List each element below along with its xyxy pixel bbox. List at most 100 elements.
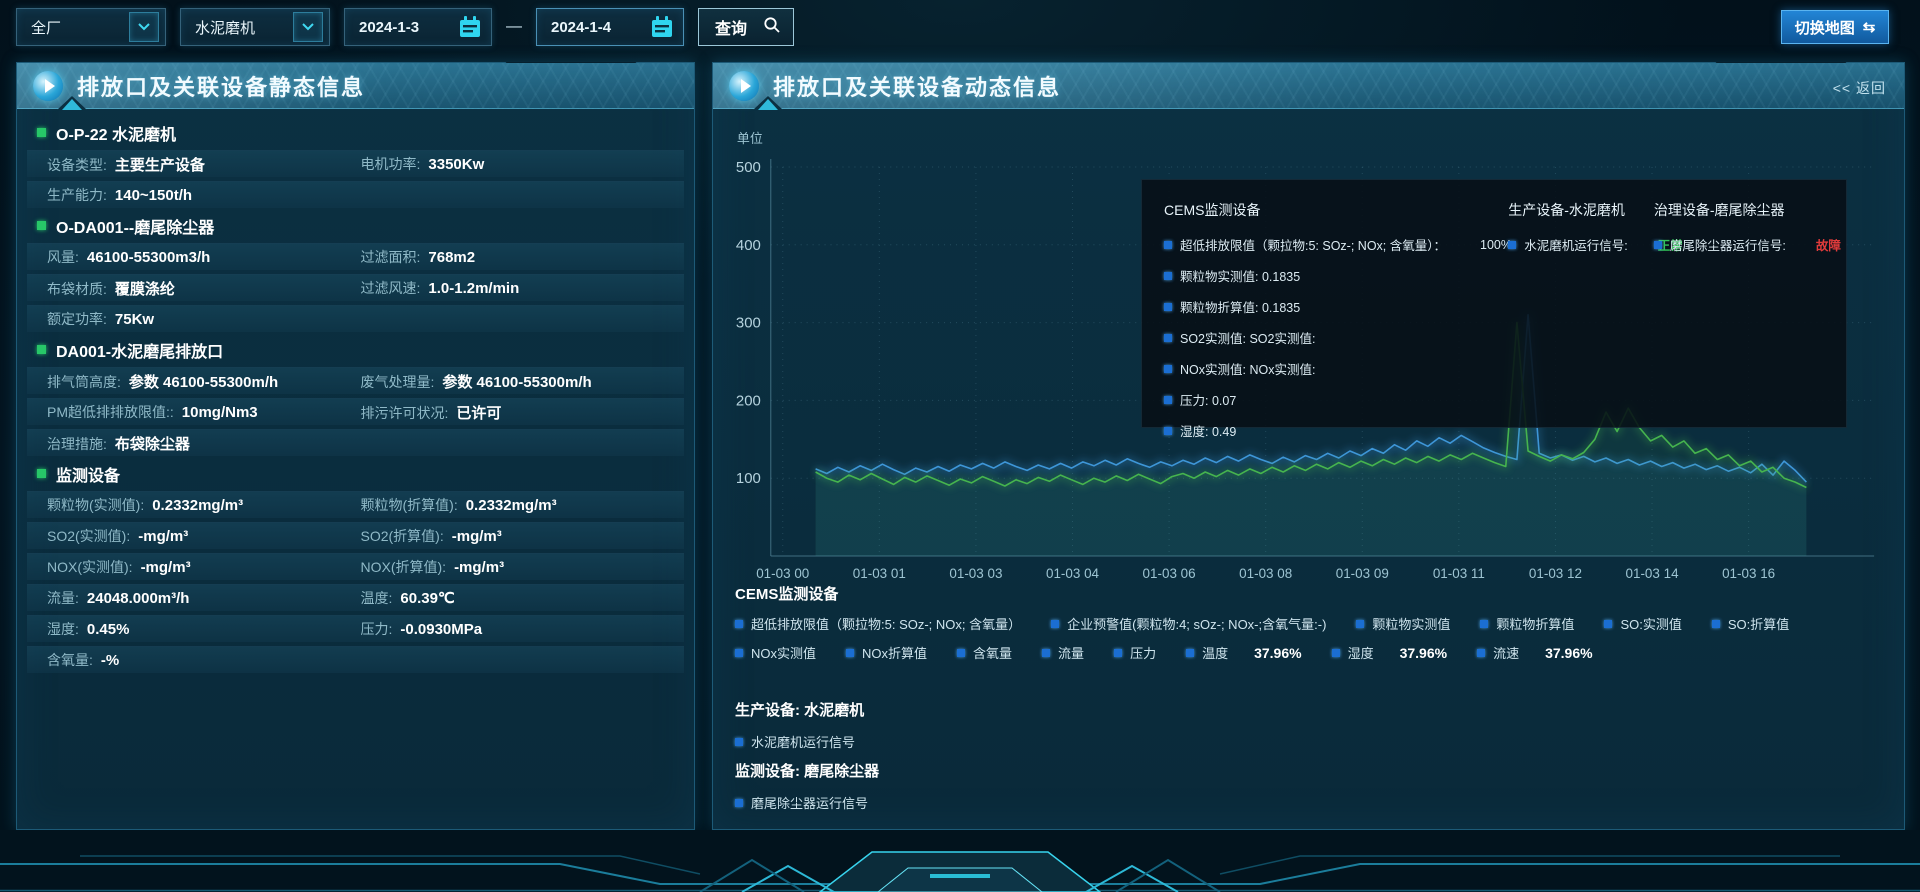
- field-label: 压力:: [361, 619, 393, 639]
- legend-item-label: 企业预警值(颗粒物:4; sOz-; NOx-;含氧气量:-): [1067, 614, 1326, 633]
- legend-bullet-icon: [1051, 620, 1059, 628]
- field-label: 电机功率:: [361, 154, 421, 174]
- field: 排气筒高度:参数 46100-55300m/h: [47, 371, 361, 392]
- date-separator: —: [506, 18, 522, 36]
- monitor-signal-legend[interactable]: 磨尾除尘器运行信号: [735, 793, 879, 812]
- section-header: O-P-22 水泥磨机: [27, 119, 684, 146]
- legend-item[interactable]: 流量: [1042, 643, 1084, 662]
- chevron-down-icon: [129, 12, 159, 42]
- field-value: 0.2332mg/m³: [152, 497, 243, 514]
- switch-map-button[interactable]: 切换地图 ⇆: [1781, 10, 1889, 44]
- legend-item-label: 流速: [1493, 643, 1519, 662]
- production-section: 生产设备: 水泥磨机 水泥磨机运行信号: [735, 699, 864, 751]
- static-info-panel: 排放口及关联设备静态信息 O-P-22 水泥磨机设备类型:主要生产设备电机功率:…: [16, 62, 695, 830]
- static-panel-title: 排放口及关联设备静态信息: [77, 70, 365, 102]
- field-value: 3350Kw: [428, 156, 484, 173]
- field: 排污许可状况:已许可: [361, 402, 675, 423]
- tooltip-item-label: 颗粒物实测值: 0.1835: [1180, 266, 1300, 285]
- static-rows: O-P-22 水泥磨机设备类型:主要生产设备电机功率:3350Kw生产能力:14…: [27, 119, 684, 673]
- legend-item[interactable]: NOx折算值: [846, 643, 927, 662]
- field: 压力:-0.0930MPa: [361, 619, 675, 639]
- field-label: SO2(实测值):: [47, 526, 130, 546]
- legend-bullet-icon: [1042, 649, 1050, 657]
- field-value: 140~150t/h: [115, 187, 192, 204]
- legend-item[interactable]: 温度37.96%: [1186, 643, 1302, 662]
- legend-item[interactable]: 压力: [1114, 643, 1156, 662]
- switch-map-label: 切换地图: [1795, 17, 1855, 38]
- legend-bullet-icon: [735, 799, 743, 807]
- section-label: O-DA001--磨尾除尘器: [56, 214, 214, 238]
- dynamic-info-panel: 排放口及关联设备动态信息 << 返回 100200300400500单位01-0…: [712, 62, 1905, 830]
- legend-item[interactable]: 颗粒物折算值: [1480, 614, 1574, 633]
- tooltip-item-label: NOx实测值: NOx实测值:: [1180, 359, 1315, 378]
- field: SO2(折算值):-mg/m³: [361, 526, 675, 546]
- date-end-input[interactable]: 2024-1-4: [536, 8, 684, 46]
- footer-decoration: [0, 830, 1920, 892]
- field-label: 含氧量:: [47, 650, 93, 670]
- production-section-title: 生产设备: 水泥磨机: [735, 699, 864, 720]
- field-label: 废气处理量:: [361, 372, 435, 392]
- legend-item[interactable]: SO:实测值: [1604, 614, 1681, 633]
- svg-text:400: 400: [736, 237, 761, 254]
- static-panel-header: 排放口及关联设备静态信息: [17, 63, 694, 109]
- legend-bullet-icon: [735, 620, 743, 628]
- table-row: 治理措施:布袋除尘器: [27, 429, 684, 456]
- legend-bullet-icon: [1712, 620, 1720, 628]
- legend-bullet-icon: [1477, 649, 1485, 657]
- legend-item[interactable]: 颗粒物实测值: [1356, 614, 1450, 633]
- legend-bullet-icon: [1654, 241, 1662, 249]
- tooltip-item: 颗粒物折算值: 0.1835: [1164, 297, 1508, 316]
- field-label: 温度:: [361, 588, 393, 608]
- field-value: 1.0-1.2m/min: [428, 280, 519, 297]
- field: 布袋材质:覆膜涤纶: [47, 278, 361, 299]
- legend-item[interactable]: 流速37.96%: [1477, 643, 1593, 662]
- legend-item-label: NOx折算值: [862, 643, 927, 662]
- production-signal-legend[interactable]: 水泥磨机运行信号: [735, 732, 864, 751]
- back-link[interactable]: << 返回: [1833, 78, 1886, 98]
- field-value: 46100-55300m3/h: [87, 249, 210, 266]
- field: 颗粒物(折算值): 0.2332mg/m³: [361, 495, 675, 515]
- chevron-down-icon: [293, 12, 323, 42]
- query-button[interactable]: 查询: [698, 8, 794, 46]
- field: 颗粒物(实测值): 0.2332mg/m³: [47, 495, 361, 515]
- svg-text:单位: 单位: [737, 131, 763, 146]
- field-value: 0.45%: [87, 621, 130, 638]
- field-label: 颗粒物(实测值):: [47, 495, 144, 515]
- legend-item[interactable]: NOx实测值: [735, 643, 816, 662]
- legend-item[interactable]: SO:折算值: [1712, 614, 1789, 633]
- plant-select[interactable]: 全厂: [16, 8, 166, 46]
- field-label: 排污许可状况:: [361, 403, 449, 423]
- chart-tooltip: CEMS监测设备 超低排放限值（颗拉物:5: SOz-; NOx; 含氧量）：1…: [1141, 179, 1847, 428]
- field-label: 布袋材质:: [47, 279, 107, 299]
- legend-item[interactable]: 含氧量: [957, 643, 1012, 662]
- field-value: 60.39℃: [400, 589, 454, 607]
- field: 含氧量:-%: [47, 650, 361, 670]
- field: 流量:24048.000m³/h: [47, 588, 361, 608]
- svg-text:01-03 08: 01-03 08: [1239, 566, 1292, 581]
- table-row: 额定功率:75Kw: [27, 305, 684, 332]
- section-bullet-icon: [37, 469, 46, 478]
- tooltip-production-signal: 水泥磨机运行信号: 正常: [1508, 235, 1654, 254]
- device-select[interactable]: 水泥磨机: [180, 8, 330, 46]
- legend-item[interactable]: 企业预警值(颗粒物:4; sOz-; NOx-;含氧气量:-): [1051, 614, 1326, 633]
- tooltip-item-label: SO2实测值: SO2实测值:: [1180, 328, 1315, 347]
- field-label: 颗粒物(折算值):: [361, 495, 458, 515]
- date-start-input[interactable]: 2024-1-3: [344, 8, 492, 46]
- switch-arrows-icon: ⇆: [1863, 18, 1876, 36]
- svg-text:01-03 09: 01-03 09: [1336, 566, 1389, 581]
- field-label: NOX(折算值):: [361, 557, 447, 577]
- legend-item[interactable]: 超低排放限值（颗拉物:5: SOz-; NOx; 含氧量）: [735, 614, 1021, 633]
- legend-item[interactable]: 湿度37.96%: [1332, 643, 1448, 662]
- plant-select-value: 全厂: [31, 17, 61, 38]
- svg-text:01-03 12: 01-03 12: [1529, 566, 1582, 581]
- field-value: 10mg/Nm3: [182, 404, 258, 421]
- field-value: 布袋除尘器: [115, 433, 190, 454]
- legend-item-label: 温度: [1202, 643, 1228, 662]
- legend-bullet-icon: [1164, 272, 1172, 280]
- section-label: 监测设备: [56, 462, 120, 486]
- legend-bullet-icon: [735, 649, 743, 657]
- field-value: 主要生产设备: [115, 154, 205, 175]
- tooltip-treatment-signal: 磨尾除尘器运行信号: 故障: [1654, 235, 1826, 254]
- field-label: 湿度:: [47, 619, 79, 639]
- field-value: 0.2332mg/m³: [466, 497, 557, 514]
